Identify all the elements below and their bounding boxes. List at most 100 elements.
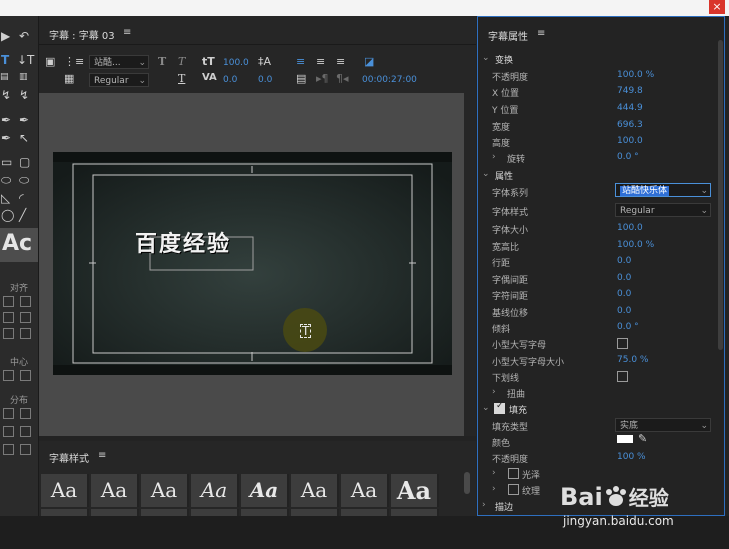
font-style-field[interactable]: Regular ⌄: [615, 203, 711, 217]
title-text[interactable]: 百度经验: [135, 226, 231, 258]
align-left-text-icon[interactable]: ≡: [296, 55, 305, 68]
properties-tab[interactable]: 字幕属性: [488, 28, 528, 43]
clipped-corner-rectangle-tool-icon[interactable]: ⬭: [1, 174, 11, 186]
align-hcenter-icon[interactable]: [3, 328, 14, 339]
stroke-section-header[interactable]: 描边: [495, 500, 513, 513]
underline-checkbox[interactable]: [617, 371, 628, 382]
small-caps-size-value[interactable]: 75.0 %: [617, 355, 648, 365]
convert-anchor-tool-icon[interactable]: ↖: [19, 132, 29, 144]
align-left-icon[interactable]: [3, 296, 14, 307]
chevron-down-icon[interactable]: ⌄: [482, 403, 490, 413]
tracking-value[interactable]: 0.0: [617, 289, 631, 299]
kerning-value[interactable]: 0.0: [223, 75, 237, 85]
timecode-value[interactable]: 00:00:27:00: [362, 75, 417, 85]
align-right-icon[interactable]: [20, 328, 31, 339]
distribute-left-icon[interactable]: [3, 408, 14, 419]
ellipse-tool-icon[interactable]: ◯: [1, 209, 14, 221]
height-value[interactable]: 100.0: [617, 136, 643, 146]
y-position-value[interactable]: 444.9: [617, 103, 643, 113]
texture-checkbox[interactable]: [508, 484, 519, 495]
x-position-value[interactable]: 749.8: [617, 86, 643, 96]
distribute-top-icon[interactable]: [3, 426, 14, 437]
transform-section-header[interactable]: 变换: [495, 53, 513, 66]
center-horizontal-icon[interactable]: [3, 370, 14, 381]
eyedropper-icon[interactable]: ✎: [638, 432, 647, 445]
small-caps-checkbox[interactable]: [617, 338, 628, 349]
properties-scrollbar[interactable]: [718, 40, 723, 350]
style-swatch[interactable]: Aa: [241, 474, 289, 507]
show-background-video-icon[interactable]: ◪: [364, 55, 374, 68]
slant-value[interactable]: 0.0 °: [617, 322, 639, 332]
chevron-down-icon[interactable]: ⌄: [482, 169, 490, 179]
style-swatch[interactable]: Aa: [91, 474, 139, 507]
style-swatch[interactable]: Aa: [341, 474, 389, 507]
fill-color-swatch[interactable]: [617, 435, 633, 443]
chevron-right-icon[interactable]: ›: [492, 468, 496, 478]
rounded-corner-rectangle-tool-icon[interactable]: ⬭: [19, 174, 29, 186]
delete-anchor-tool-icon[interactable]: ✒: [19, 114, 29, 126]
templates-icon[interactable]: ▦: [64, 72, 74, 85]
area-type-tool-icon[interactable]: ▤: [0, 71, 9, 83]
styles-scrollbar[interactable]: [464, 472, 470, 494]
distribute-right-icon[interactable]: [20, 408, 31, 419]
attributes-section-header[interactable]: 属性: [495, 169, 513, 182]
align-bottom-icon[interactable]: [20, 312, 31, 323]
font-family-dropdown[interactable]: 站酷... ⌄: [89, 55, 149, 69]
close-button[interactable]: ×: [709, 0, 725, 14]
style-swatch[interactable]: Aa: [391, 474, 439, 507]
properties-menu-icon[interactable]: ≡: [537, 28, 545, 39]
style-swatch[interactable]: Aa: [291, 474, 339, 507]
font-size-value[interactable]: 100.0: [223, 58, 249, 68]
fill-type-dropdown[interactable]: 实底 ⌄: [615, 418, 711, 432]
vertical-area-type-tool-icon[interactable]: ▥: [19, 71, 28, 83]
underline-icon[interactable]: T: [178, 72, 185, 85]
italic-icon[interactable]: T: [178, 55, 185, 68]
font-family-field[interactable]: 站酷快乐体 ⌄: [615, 183, 711, 197]
sheen-checkbox[interactable]: [508, 468, 519, 479]
type-tool-icon[interactable]: T: [1, 54, 9, 66]
fill-checkbox[interactable]: ✓: [494, 401, 505, 414]
chevron-right-icon[interactable]: ›: [492, 484, 496, 494]
align-center-text-icon[interactable]: ≡: [316, 55, 325, 68]
rotate-tool-icon[interactable]: ↶: [19, 30, 29, 42]
opacity-value[interactable]: 100.0 %: [617, 70, 654, 80]
font-size-value[interactable]: 100.0: [617, 223, 643, 233]
width-value[interactable]: 696.3: [617, 120, 643, 130]
rectangle-tool-icon[interactable]: ▭: [1, 156, 12, 168]
selection-tool-icon[interactable]: ▶: [1, 30, 10, 42]
video-preview[interactable]: 百度经验 T: [53, 152, 452, 375]
roll-crawl-options-icon[interactable]: ⋮≡: [64, 55, 84, 68]
rounded-rectangle-tool-icon[interactable]: ▢: [19, 156, 30, 168]
baseline-shift-value[interactable]: 0.0: [617, 306, 631, 316]
aspect-value[interactable]: 100.0 %: [617, 240, 654, 250]
chevron-right-icon[interactable]: ›: [492, 152, 496, 162]
distort-label[interactable]: 扭曲: [507, 387, 525, 400]
align-right-text-icon[interactable]: ≡: [336, 55, 345, 68]
bold-icon[interactable]: T: [158, 55, 166, 68]
font-style-dropdown[interactable]: Regular ⌄: [89, 73, 149, 87]
line-tool-icon[interactable]: ╱: [19, 209, 26, 221]
fill-section-header[interactable]: 填充: [509, 403, 527, 416]
tab-right-icon[interactable]: ¶◂: [336, 72, 349, 85]
distribute-bottom-icon[interactable]: [20, 426, 31, 437]
style-swatch[interactable]: Aa: [41, 474, 89, 507]
chevron-right-icon[interactable]: ›: [492, 387, 496, 397]
vertical-type-tool-icon[interactable]: ↓T: [17, 54, 34, 66]
path-type-tool-icon[interactable]: ↯: [1, 89, 11, 101]
pen-tool-icon[interactable]: ✒: [1, 114, 11, 126]
styles-menu-icon[interactable]: ≡: [98, 450, 106, 461]
align-vcenter-icon[interactable]: [20, 296, 31, 307]
chevron-right-icon[interactable]: ›: [482, 500, 486, 510]
styles-tab[interactable]: 字幕样式: [49, 450, 89, 465]
arc-tool-icon[interactable]: ◜: [19, 192, 24, 204]
add-anchor-tool-icon[interactable]: ✒: [1, 132, 11, 144]
chevron-down-icon[interactable]: ⌄: [482, 53, 490, 63]
kerning-value[interactable]: 0.0: [617, 273, 631, 283]
vertical-path-type-tool-icon[interactable]: ↯: [19, 89, 29, 101]
fill-opacity-value[interactable]: 100 %: [617, 452, 646, 462]
center-vertical-icon[interactable]: [20, 370, 31, 381]
tab-left-icon[interactable]: ▸¶: [316, 72, 329, 85]
distribute-hcenter-icon[interactable]: [3, 444, 14, 455]
tab-stops-icon[interactable]: ▤: [296, 72, 306, 85]
distribute-vcenter-icon[interactable]: [20, 444, 31, 455]
